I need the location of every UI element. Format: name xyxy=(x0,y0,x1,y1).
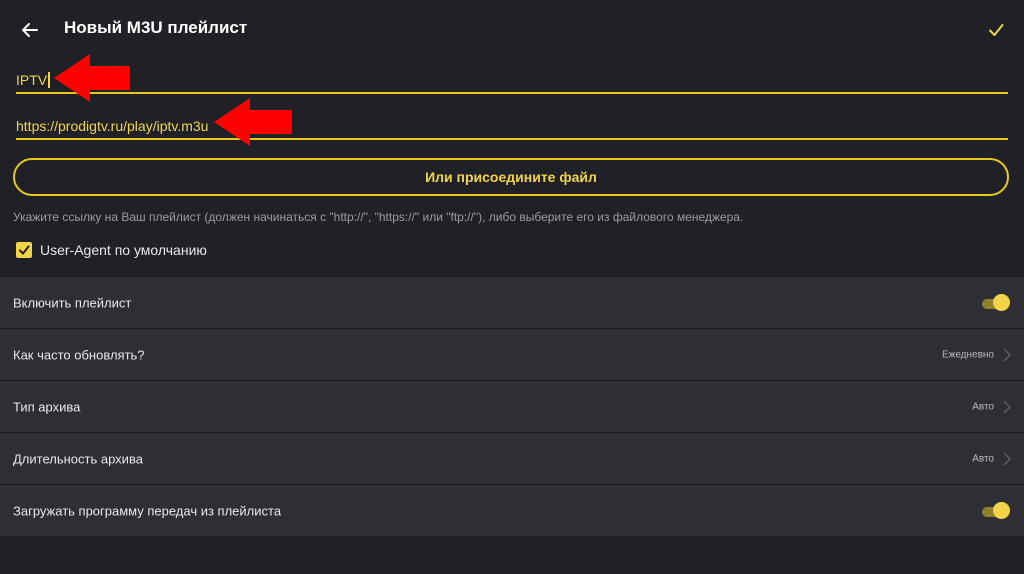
setting-label: Тип архива xyxy=(13,399,81,414)
text-caret xyxy=(48,72,50,88)
user-agent-checkbox[interactable] xyxy=(16,242,32,258)
red-arrow-annotation-icon xyxy=(54,54,130,102)
url-hint-text: Укажите ссылку на Ваш плейлист (должен н… xyxy=(13,210,744,224)
setting-label: Загружать программу передач из плейлиста xyxy=(13,503,282,518)
playlist-url-value: https://prodigtv.ru/play/iptv.m3u xyxy=(16,118,209,134)
chevron-right-icon xyxy=(1003,347,1012,362)
user-agent-label: User-Agent по умолчанию xyxy=(40,242,207,258)
toggle-thumb xyxy=(993,293,1010,311)
chevron-right-icon xyxy=(1003,451,1012,466)
red-arrow-annotation-icon xyxy=(214,98,292,146)
user-agent-checkbox-row[interactable]: User-Agent по умолчанию xyxy=(16,242,207,258)
playlist-name-field[interactable]: IPTV xyxy=(16,62,1008,94)
confirm-button[interactable] xyxy=(980,14,1012,46)
toggle-thumb xyxy=(993,501,1010,519)
playlist-url-field[interactable]: https://prodigtv.ru/play/iptv.m3u xyxy=(16,108,1008,140)
setting-update-frequency[interactable]: Как часто обновлять? Ежедневно xyxy=(0,329,1024,381)
setting-load-epg[interactable]: Загружать программу передач из плейлиста xyxy=(0,485,1024,537)
setting-value: Ежедневно xyxy=(941,349,994,360)
setting-value: Авто xyxy=(972,453,994,464)
playlist-name-value: IPTV xyxy=(16,72,48,88)
arrow-left-icon xyxy=(22,23,38,37)
setting-label: Включить плейлист xyxy=(13,295,132,310)
load-epg-toggle[interactable] xyxy=(980,501,1010,520)
checkmark-icon xyxy=(19,245,30,255)
setting-enable-playlist[interactable]: Включить плейлист xyxy=(0,277,1024,329)
chevron-right-icon xyxy=(1003,399,1012,414)
check-icon xyxy=(989,24,1004,36)
top-bar: Новый M3U плейлист xyxy=(0,0,1024,58)
setting-archive-duration[interactable]: Длительность архива Авто xyxy=(0,433,1024,485)
settings-list: Включить плейлист Как часто обновлять? Е… xyxy=(0,277,1024,537)
setting-archive-type[interactable]: Тип архива Авто xyxy=(0,381,1024,433)
back-button[interactable] xyxy=(14,14,46,46)
page-title: Новый M3U плейлист xyxy=(64,18,248,37)
setting-label: Длительность архива xyxy=(13,451,143,466)
setting-value: Авто xyxy=(972,401,994,412)
setting-label: Как часто обновлять? xyxy=(13,347,145,362)
attach-file-button[interactable]: Или присоедините файл xyxy=(13,158,1009,196)
enable-playlist-toggle[interactable] xyxy=(980,293,1010,312)
